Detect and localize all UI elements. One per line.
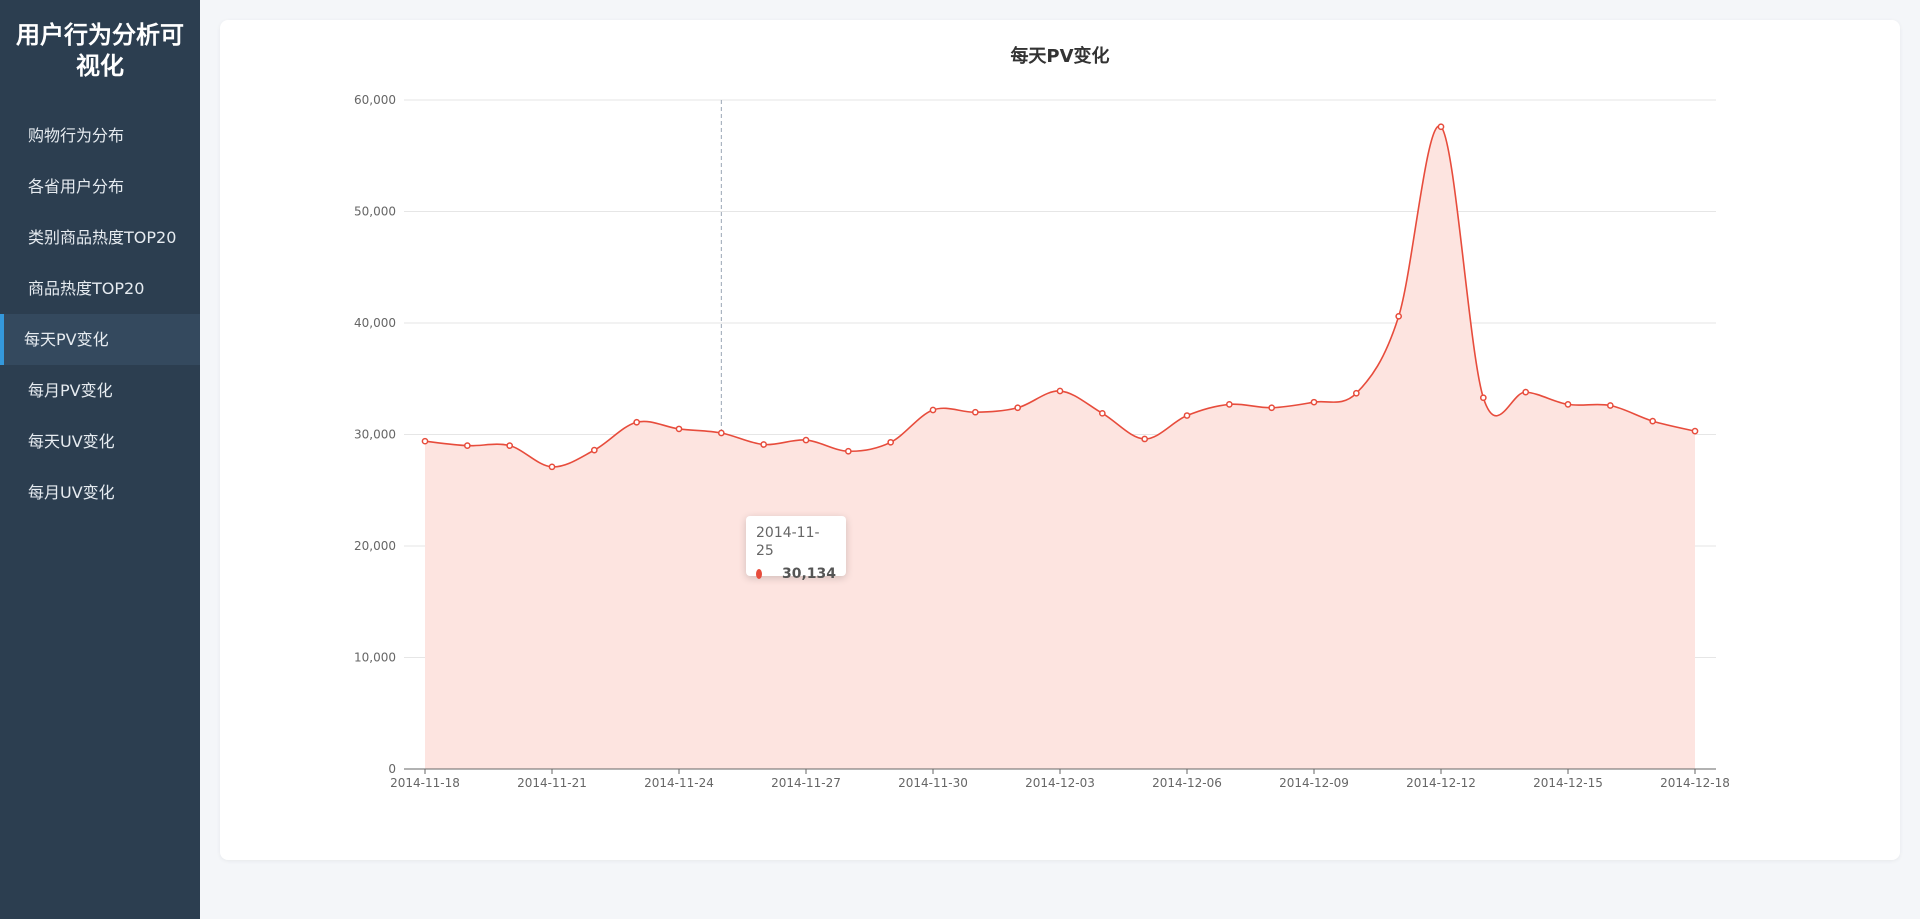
sidebar-menu: 购物行为分布 各省用户分布 类别商品热度TOP20 商品热度TOP20 每天PV… [0, 110, 200, 518]
data-point [1606, 402, 1614, 409]
data-point [1183, 412, 1191, 419]
x-tick-label: 2014-12-03 [1025, 776, 1095, 790]
sidebar-item-monthly-pv[interactable]: 每月PV变化 [0, 365, 200, 416]
data-point [1310, 398, 1318, 406]
x-tick-label: 2014-11-18 [390, 776, 460, 790]
x-tick-label: 2014-11-21 [517, 776, 587, 790]
data-point [1225, 401, 1233, 408]
tooltip: 2014-11-25 30,134 [746, 516, 846, 582]
data-point [1268, 404, 1276, 412]
data-point [590, 446, 598, 454]
chart-card: 每天PV变化 0 10,000 20,000 30,000 40,000 50,000 60… [220, 20, 1900, 860]
x-tick-label: 2014-12-18 [1660, 776, 1730, 790]
data-point [1564, 401, 1572, 408]
tooltip-value: 30,134 [781, 566, 836, 582]
data-point [1395, 312, 1403, 320]
x-tick-label: 2014-11-30 [898, 776, 968, 790]
sidebar-item-daily-pv[interactable]: 每天PV变化 [0, 314, 200, 365]
sidebar-item-category-top20[interactable]: 类别商品热度TOP20 [0, 212, 200, 263]
data-point [1352, 389, 1360, 397]
data-point [1522, 388, 1530, 396]
data-point [887, 438, 895, 446]
y-tick-label: 40,000 [354, 316, 396, 330]
x-tick-label: 2014-12-12 [1406, 776, 1476, 790]
data-point [929, 406, 937, 414]
x-tick-label: 2014-12-09 [1279, 776, 1349, 790]
y-tick-label: 0 [388, 762, 396, 776]
series-marker-icon [756, 569, 762, 579]
data-point [1056, 387, 1064, 395]
data-point [844, 447, 852, 455]
data-point [506, 442, 514, 449]
data-point [760, 441, 768, 448]
data-point [802, 436, 810, 444]
data-point [971, 408, 979, 416]
y-tick-label: 20,000 [354, 539, 396, 553]
data-point [717, 429, 725, 437]
y-tick-label: 50,000 [354, 205, 396, 219]
x-tick-label: 2014-11-27 [771, 776, 841, 790]
y-tick-label: 60,000 [354, 93, 396, 107]
sidebar-item-product-top20[interactable]: 商品热度TOP20 [0, 263, 200, 314]
sidebar-item-province-users[interactable]: 各省用户分布 [0, 161, 200, 212]
sidebar-item-shopping-behavior[interactable]: 购物行为分布 [0, 110, 200, 161]
sidebar-item-monthly-uv[interactable]: 每月UV变化 [0, 467, 200, 518]
x-tick-label: 2014-12-06 [1152, 776, 1222, 790]
sidebar-item-daily-uv[interactable]: 每天UV变化 [0, 416, 200, 467]
data-point [675, 425, 683, 433]
x-tick-label: 2014-11-24 [644, 776, 714, 790]
data-point [1437, 123, 1445, 131]
data-point [1691, 427, 1699, 435]
tooltip-date: 2014-11-25 [756, 525, 820, 559]
y-tick-label: 10,000 [354, 651, 396, 665]
data-point [633, 418, 641, 426]
x-tick-label: 2014-12-15 [1533, 776, 1603, 790]
data-point [1141, 435, 1149, 443]
data-point [1479, 394, 1487, 402]
data-point [1014, 404, 1022, 412]
data-point [1649, 417, 1657, 425]
data-point [421, 437, 429, 445]
data-point [463, 442, 471, 449]
data-point [1098, 409, 1106, 417]
data-point [548, 463, 556, 471]
daily-pv-chart[interactable]: 0 10,000 20,000 30,000 40,000 50,000 60,000 201… [220, 20, 1900, 860]
sidebar: 用户行为分析可视化 购物行为分布 各省用户分布 类别商品热度TOP20 商品热度… [0, 0, 200, 919]
app-title: 用户行为分析可视化 [16, 21, 184, 80]
area-fill [425, 125, 1695, 769]
y-tick-label: 30,000 [354, 428, 396, 442]
